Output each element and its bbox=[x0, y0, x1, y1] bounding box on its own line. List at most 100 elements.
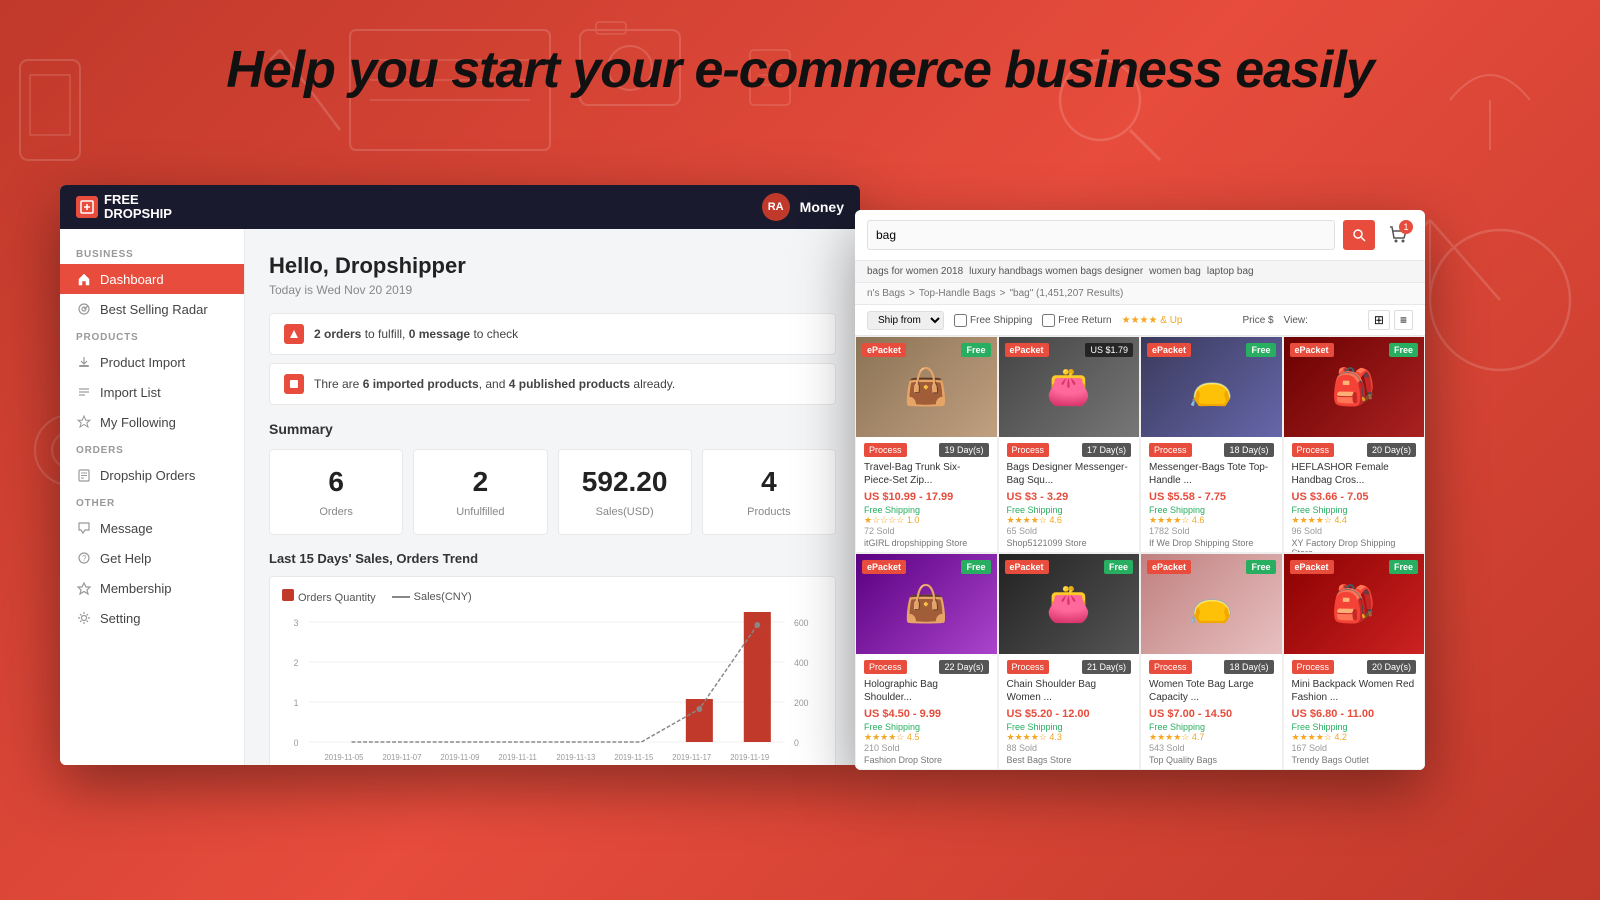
product-info: Process 21 Day(s) Chain Shoulder Bag Wom… bbox=[999, 654, 1140, 770]
product-name: Chain Shoulder Bag Women ... bbox=[1007, 678, 1132, 704]
price-filter[interactable]: Price $ bbox=[1243, 315, 1274, 326]
sidebar-item-my-following[interactable]: My Following bbox=[60, 407, 244, 437]
summary-grid: 6 Orders 2 Unfulfilled 592.20 Sales(USD)… bbox=[269, 449, 836, 535]
product-shipping: Free Shipping bbox=[1292, 505, 1417, 515]
svg-text:600: 600 bbox=[794, 618, 809, 628]
sidebar-item-import-list[interactable]: Import List bbox=[60, 377, 244, 407]
sidebar-section-other: OTHER bbox=[60, 490, 244, 513]
search-tag-0[interactable]: bags for women 2018 bbox=[867, 266, 963, 277]
alert-box-orders: 2 orders to fulfill, 0 message to check bbox=[269, 313, 836, 355]
product-price: US $7.00 - 14.50 bbox=[1149, 708, 1274, 720]
search-tag-2[interactable]: women bag bbox=[1149, 266, 1201, 277]
svg-text:2019-11-09: 2019-11-09 bbox=[440, 753, 479, 762]
summary-value-products: 4 bbox=[715, 466, 823, 498]
search-tag-3[interactable]: laptop bag bbox=[1207, 266, 1254, 277]
product-stars: ★☆☆☆☆ 1.0 bbox=[864, 515, 989, 526]
sidebar-item-best-selling-radar[interactable]: Best Selling Radar bbox=[60, 294, 244, 324]
money-label[interactable]: Money bbox=[800, 199, 844, 215]
legend-orders: Orders Quantity bbox=[282, 589, 376, 604]
epacket-badge: ePacket bbox=[1147, 343, 1191, 357]
free-shipping-filter[interactable]: Free Shipping bbox=[954, 314, 1032, 327]
view-toggle: ⊞ ≡ bbox=[1368, 310, 1413, 330]
free-shipping-checkbox[interactable] bbox=[954, 314, 967, 327]
breadcrumb-part-0[interactable]: n's Bags bbox=[867, 288, 905, 299]
product-store: itGIRL dropshipping Store bbox=[864, 538, 989, 548]
product-shipping: Free Shipping bbox=[1292, 722, 1417, 732]
product-card[interactable]: ePacket US $1.79 👛 Process 17 Day(s) Bag… bbox=[998, 336, 1141, 553]
grid-view-button[interactable]: ⊞ bbox=[1368, 310, 1390, 330]
list-view-button[interactable]: ≡ bbox=[1394, 310, 1413, 330]
summary-card-unfulfilled: 2 Unfulfilled bbox=[413, 449, 547, 535]
chart-svg: 3 2 1 0 600 400 200 0 bbox=[282, 612, 823, 765]
product-name: Messenger-Bags Tote Top-Handle ... bbox=[1149, 461, 1274, 487]
sidebar-item-message[interactable]: Message bbox=[60, 513, 244, 543]
search-tag-1[interactable]: luxury handbags women bags designer bbox=[969, 266, 1143, 277]
membership-icon bbox=[76, 580, 92, 596]
day-badge: 18 Day(s) bbox=[1224, 660, 1273, 674]
product-price: US $6.80 - 11.00 bbox=[1292, 708, 1417, 720]
product-stars: ★★★★☆ 4.5 bbox=[864, 732, 989, 743]
sidebar-item-membership[interactable]: Membership bbox=[60, 573, 244, 603]
free-return-filter[interactable]: Free Return bbox=[1042, 314, 1111, 327]
help-icon: ? bbox=[76, 550, 92, 566]
sidebar-section-business: BUSINESS bbox=[60, 241, 244, 264]
process-badge: Process bbox=[1007, 443, 1050, 457]
sidebar-item-dropship-orders[interactable]: Dropship Orders bbox=[60, 460, 244, 490]
product-name: Travel-Bag Trunk Six-Piece-Set Zip... bbox=[864, 461, 989, 487]
product-name: Bags Designer Messenger-Bag Squ... bbox=[1007, 461, 1132, 487]
product-stars: ★★★★☆ 4.6 bbox=[1149, 515, 1274, 526]
product-card[interactable]: ePacket Free 👜 Process 19 Day(s) Travel-… bbox=[855, 336, 998, 553]
sidebar-label-get-help: Get Help bbox=[100, 551, 151, 566]
summary-card-sales: 592.20 Sales(USD) bbox=[558, 449, 692, 535]
user-avatar[interactable]: RA bbox=[762, 193, 790, 221]
ship-from-select[interactable]: Ship from bbox=[867, 311, 944, 330]
date-text: Today is Wed Nov 20 2019 bbox=[269, 283, 836, 297]
product-info: Process 20 Day(s) Mini Backpack Women Re… bbox=[1284, 654, 1425, 770]
product-stars: ★★★★☆ 4.4 bbox=[1292, 515, 1417, 526]
sidebar-item-product-import[interactable]: Product Import bbox=[60, 347, 244, 377]
legend-sales: Sales(CNY) bbox=[392, 591, 472, 603]
product-sold: 88 Sold bbox=[1007, 743, 1132, 753]
breadcrumb-separator-1: > bbox=[1000, 288, 1006, 299]
product-info: Process 17 Day(s) Bags Designer Messenge… bbox=[999, 437, 1140, 553]
product-shipping: Free Shipping bbox=[1007, 505, 1132, 515]
alert-text-orders: 2 orders to fulfill, 0 message to check bbox=[314, 327, 518, 341]
epacket-badge: ePacket bbox=[1290, 343, 1334, 357]
summary-label-orders: Orders bbox=[282, 506, 390, 518]
process-badge: Process bbox=[864, 660, 907, 674]
search-input[interactable] bbox=[867, 220, 1335, 250]
radar-icon bbox=[76, 301, 92, 317]
search-tags-bar: bags for women 2018 luxury handbags wome… bbox=[855, 261, 1425, 283]
sidebar-label-setting: Setting bbox=[100, 611, 140, 626]
epacket-badge: ePacket bbox=[1005, 343, 1049, 357]
product-card[interactable]: ePacket Free 👝 Process 18 Day(s) Women T… bbox=[1140, 553, 1283, 770]
chart-title: Last 15 Days' Sales, Orders Trend bbox=[269, 551, 836, 566]
product-price: US $3.66 - 7.05 bbox=[1292, 491, 1417, 503]
breadcrumb-part-1[interactable]: Top-Handle Bags bbox=[919, 288, 996, 299]
svg-text:200: 200 bbox=[794, 698, 809, 708]
summary-label-products: Products bbox=[715, 506, 823, 518]
sidebar-item-get-help[interactable]: ? Get Help bbox=[60, 543, 244, 573]
free-return-checkbox[interactable] bbox=[1042, 314, 1055, 327]
product-card[interactable]: ePacket Free 👜 Process 22 Day(s) Hologra… bbox=[855, 553, 998, 770]
list-icon bbox=[76, 384, 92, 400]
stars-filter[interactable]: ★★★★ & Up bbox=[1122, 315, 1183, 326]
main-content: Hello, Dropshipper Today is Wed Nov 20 2… bbox=[245, 229, 860, 765]
sidebar-item-dashboard[interactable]: Dashboard bbox=[60, 264, 244, 294]
sidebar-item-setting[interactable]: Setting bbox=[60, 603, 244, 633]
svg-text:2019-11-13: 2019-11-13 bbox=[556, 753, 596, 762]
process-badge: Process bbox=[1149, 660, 1192, 674]
product-price: US $3 - 3.29 bbox=[1007, 491, 1132, 503]
product-card[interactable]: ePacket Free 👛 Process 21 Day(s) Chain S… bbox=[998, 553, 1141, 770]
cart-icon[interactable]: 1 bbox=[1383, 220, 1413, 250]
product-sold: 96 Sold bbox=[1292, 526, 1417, 536]
search-button[interactable] bbox=[1343, 220, 1375, 250]
product-grid: ePacket Free 👜 Process 19 Day(s) Travel-… bbox=[855, 336, 1425, 770]
product-store: Shop5121099 Store bbox=[1007, 538, 1132, 548]
product-card[interactable]: ePacket Free 👝 Process 18 Day(s) Messeng… bbox=[1140, 336, 1283, 553]
product-card[interactable]: ePacket Free 🎒 Process 20 Day(s) Mini Ba… bbox=[1283, 553, 1426, 770]
product-stars: ★★★★☆ 4.7 bbox=[1149, 732, 1274, 743]
product-name: Women Tote Bag Large Capacity ... bbox=[1149, 678, 1274, 704]
product-card[interactable]: ePacket Free 🎒 Process 20 Day(s) HEFLASH… bbox=[1283, 336, 1426, 553]
product-store: If We Drop Shipping Store bbox=[1149, 538, 1274, 548]
